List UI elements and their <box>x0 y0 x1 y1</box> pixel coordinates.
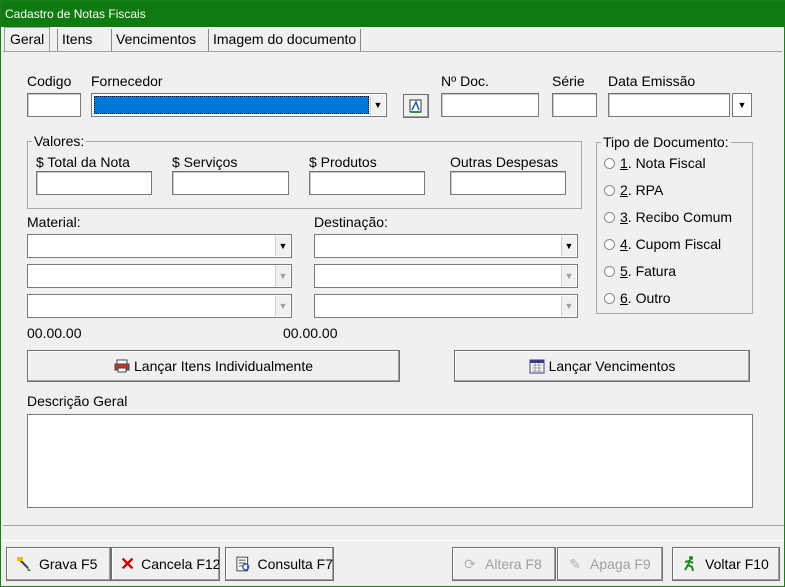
material-label: Material: <box>27 214 81 230</box>
outras-despesas-input[interactable] <box>450 171 566 195</box>
radio-icon <box>604 293 615 304</box>
destinacao-total: 00.00.00 <box>283 325 338 341</box>
num-doc-label: Nº Doc. <box>441 73 489 89</box>
save-icon <box>17 557 31 571</box>
material-select-3[interactable]: ▼ <box>27 294 292 318</box>
radio-recibo-comum[interactable]: 3. Recibo Comum <box>604 209 732 225</box>
radio-outro[interactable]: 6. Outro <box>604 290 671 306</box>
refresh-icon: ⟳ <box>464 556 476 572</box>
valores-title: Valores: <box>32 133 87 149</box>
serie-input[interactable] <box>552 93 597 117</box>
apaga-button[interactable]: ✎ Apaga F9 <box>557 547 663 581</box>
eraser-icon: ✎ <box>569 556 581 572</box>
material-select-2[interactable]: ▼ <box>27 264 292 288</box>
tipo-documento-title: Tipo de Documento: <box>601 134 731 150</box>
main-window: Cadastro de Notas Fiscais Geral Itens Ve… <box>0 0 785 587</box>
lancar-vencimentos-button[interactable]: Lançar Vencimentos <box>454 350 750 382</box>
descricao-textarea[interactable] <box>27 414 753 508</box>
cancela-button[interactable]: ✕ Cancela F12 <box>111 547 220 581</box>
printer-icon <box>114 359 130 373</box>
fornecedor-select[interactable]: ▼ <box>91 93 387 117</box>
chevron-down-icon[interactable]: ▼ <box>275 266 290 286</box>
exit-runner-icon <box>684 556 694 572</box>
destinacao-select-2[interactable]: ▼ <box>314 264 578 288</box>
radio-nota-fiscal[interactable]: 1. Nota Fiscal <box>604 155 706 171</box>
chevron-down-icon[interactable]: ▼ <box>370 95 385 115</box>
descricao-label: Descrição Geral <box>27 393 128 409</box>
material-select-1[interactable]: ▼ <box>27 234 292 258</box>
destinacao-select-1[interactable]: ▼ <box>314 234 578 258</box>
destinacao-select-3[interactable]: ▼ <box>314 294 578 318</box>
material-total: 00.00.00 <box>27 325 82 341</box>
tab-separator <box>3 51 782 52</box>
calendar-dropdown-icon[interactable]: ▼ <box>732 93 752 117</box>
data-emissao-label: Data Emissão <box>608 73 696 89</box>
total-nota-input[interactable] <box>36 171 152 195</box>
grava-button[interactable]: Grava F5 <box>6 547 111 581</box>
radio-rpa[interactable]: 2. RPA <box>604 182 663 198</box>
search-fornecedor-button[interactable] <box>403 94 429 118</box>
radio-fatura[interactable]: 5. Fatura <box>604 263 676 279</box>
document-search-icon <box>236 556 250 572</box>
servicos-input[interactable] <box>172 171 289 195</box>
fornecedor-selection <box>94 96 369 114</box>
tab-geral[interactable]: Geral <box>4 27 51 52</box>
window-title: Cadastro de Notas Fiscais <box>5 7 146 21</box>
chevron-down-icon[interactable]: ▼ <box>275 296 290 316</box>
chevron-down-icon[interactable]: ▼ <box>561 296 576 316</box>
tab-itens[interactable]: Itens <box>57 29 96 51</box>
radio-cupom-fiscal[interactable]: 4. Cupom Fiscal <box>604 236 721 252</box>
calendar-icon <box>529 359 545 374</box>
radio-icon <box>604 212 615 223</box>
codigo-input[interactable] <box>27 93 81 117</box>
outras-despesas-label: Outras Despesas <box>450 154 559 170</box>
voltar-button[interactable]: Voltar F10 <box>672 547 780 581</box>
chevron-down-icon[interactable]: ▼ <box>275 236 290 256</box>
altera-button[interactable]: ⟳ Altera F8 <box>452 547 556 581</box>
total-nota-label: $ Total da Nota <box>36 154 130 170</box>
data-emissao-input[interactable] <box>608 93 730 117</box>
num-doc-input[interactable] <box>441 93 539 117</box>
consulta-button[interactable]: Consulta F7 <box>225 547 334 581</box>
search-icon <box>409 99 422 113</box>
chevron-down-icon[interactable]: ▼ <box>561 236 576 256</box>
fornecedor-label: Fornecedor <box>91 73 163 89</box>
close-icon: ✕ <box>120 554 136 574</box>
tab-vencimentos[interactable]: Vencimentos <box>111 29 200 51</box>
lancar-itens-button[interactable]: Lançar Itens Individualmente <box>27 350 400 382</box>
serie-label: Série <box>552 73 585 89</box>
produtos-label: $ Produtos <box>309 154 377 170</box>
servicos-label: $ Serviços <box>172 154 238 170</box>
radio-icon <box>604 239 615 250</box>
destinacao-label: Destinação: <box>314 214 388 230</box>
radio-icon <box>604 158 615 169</box>
chevron-down-icon[interactable]: ▼ <box>561 266 576 286</box>
status-bar <box>3 525 784 541</box>
tab-imagem-documento[interactable]: Imagem do documento <box>208 29 362 51</box>
radio-icon <box>604 266 615 277</box>
codigo-label: Codigo <box>27 73 72 89</box>
produtos-input[interactable] <box>309 171 425 195</box>
radio-icon <box>604 185 615 196</box>
title-bar: Cadastro de Notas Fiscais <box>1 1 785 27</box>
